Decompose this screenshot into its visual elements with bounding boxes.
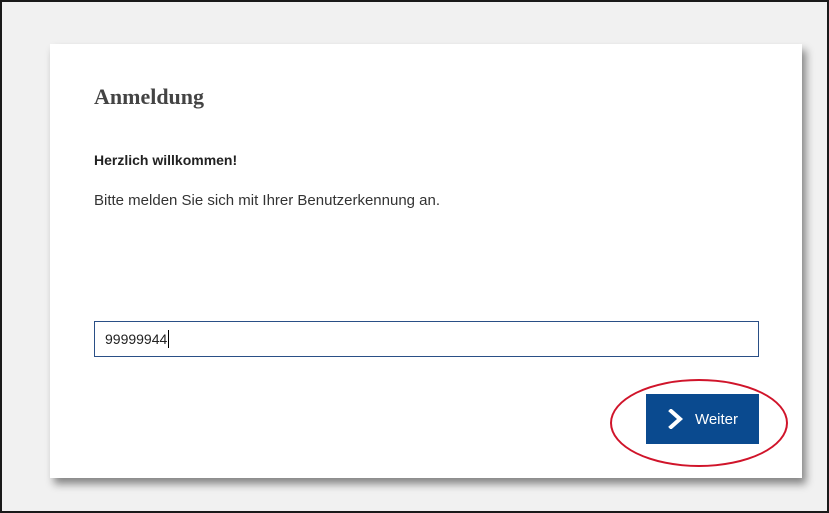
- screenshot-frame: Anmeldung Herzlich willkommen! Bitte mel…: [0, 0, 829, 513]
- chevron-right-icon: [668, 409, 683, 429]
- weiter-button-label: Weiter: [694, 410, 739, 428]
- user-id-value: 99999944: [105, 331, 168, 347]
- text-cursor: [168, 330, 170, 348]
- instruction-text: Bitte melden Sie sich mit Ihrer Benutzer…: [94, 192, 441, 209]
- login-card: Anmeldung Herzlich willkommen! Bitte mel…: [50, 44, 802, 478]
- user-id-input[interactable]: 99999944: [94, 321, 759, 357]
- weiter-button[interactable]: Weiter: [646, 394, 759, 444]
- welcome-heading: Herzlich willkommen!: [94, 152, 238, 168]
- page-title: Anmeldung: [94, 84, 205, 109]
